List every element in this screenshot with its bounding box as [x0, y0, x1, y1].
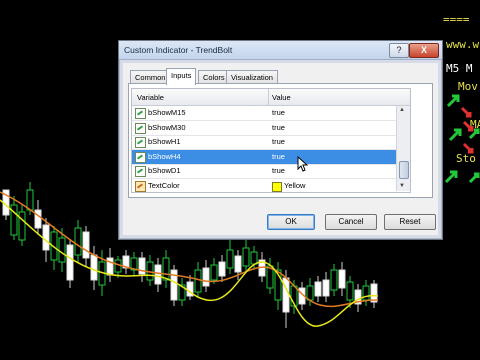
param-value[interactable]: true: [272, 137, 285, 146]
candle-body: [194, 269, 202, 293]
arrow-up-icon: [446, 94, 460, 108]
cancel-button[interactable]: Cancel: [325, 214, 377, 230]
candle-body: [26, 189, 34, 211]
arrow-down-icon: [460, 106, 472, 118]
param-variable: bShowH1: [148, 137, 181, 146]
candle-body: [58, 237, 66, 263]
bool-param-icon: [135, 151, 146, 163]
reset-button[interactable]: Reset: [384, 214, 436, 230]
candle-body: [250, 251, 258, 265]
candle-body: [82, 231, 90, 259]
bool-param-icon: [135, 166, 146, 177]
column-header-value[interactable]: Value: [272, 93, 291, 102]
table-row[interactable]: bShowH4 true: [132, 149, 410, 165]
arrow-up-icon: [468, 172, 480, 184]
help-button[interactable]: ?: [389, 43, 409, 58]
param-value[interactable]: true: [272, 152, 285, 161]
scrollbar-thumb[interactable]: [399, 161, 409, 179]
candle-body: [18, 211, 26, 241]
tab-common[interactable]: Common: [130, 70, 171, 84]
tab-visualization[interactable]: Visualization: [226, 70, 278, 84]
arrow-up-icon: [444, 170, 458, 184]
param-variable: bShowH4: [148, 151, 181, 161]
scroll-up-icon[interactable]: ▲: [399, 107, 405, 113]
param-value[interactable]: Yellow: [284, 181, 305, 190]
table-row[interactable]: bShowM15 true: [132, 106, 410, 121]
param-variable: TextColor: [148, 180, 180, 190]
candle-body: [226, 249, 234, 269]
bool-param-icon: [135, 108, 146, 119]
color-param-icon: [135, 180, 146, 192]
table-row[interactable]: TextColor Yellow: [132, 179, 410, 193]
tab-colors[interactable]: Colors: [198, 70, 230, 84]
candle-body: [234, 255, 242, 273]
trend-arrows-panel: [444, 94, 480, 184]
mouse-cursor-icon: [297, 156, 309, 172]
tab-inputs[interactable]: Inputs: [166, 68, 197, 85]
arrow-up-icon: [448, 128, 462, 142]
candle-body: [314, 281, 322, 297]
candle-body: [162, 257, 170, 281]
candle-body: [154, 264, 162, 285]
candle-body: [66, 244, 74, 281]
candle-body: [330, 269, 338, 291]
top-dashes: ====: [443, 13, 470, 26]
param-variable: bShowM30: [148, 122, 186, 132]
bool-param-icon: [135, 122, 146, 134]
bool-param-icon: [135, 137, 146, 148]
table-header: Variable Value: [132, 89, 410, 106]
color-swatch: [272, 181, 282, 192]
arrow-down-icon: [462, 142, 474, 154]
candle-body: [306, 285, 314, 301]
close-button[interactable]: X: [409, 43, 439, 58]
param-value[interactable]: true: [272, 166, 285, 175]
scroll-down-icon[interactable]: ▼: [399, 183, 405, 189]
candle-body: [90, 254, 98, 281]
ok-button[interactable]: OK: [267, 214, 315, 230]
table-row[interactable]: bShowD1 true: [132, 164, 410, 179]
vertical-scrollbar[interactable]: ▲ ▼: [396, 106, 410, 191]
candle-body: [338, 269, 346, 289]
candle-body: [210, 264, 218, 281]
url-label: www.w: [446, 38, 480, 51]
candle-body: [74, 227, 82, 256]
dialog-titlebar[interactable]: Custom Indicator - TrendBolt ? X: [119, 41, 442, 60]
column-header-variable[interactable]: Variable: [137, 93, 164, 102]
candle-body: [34, 209, 42, 229]
candle-body: [242, 247, 250, 267]
candle-body: [346, 281, 354, 301]
param-value[interactable]: true: [272, 108, 285, 117]
candle-body: [42, 224, 50, 251]
candle-body: [362, 285, 370, 301]
param-variable: bShowD1: [148, 166, 181, 175]
param-variable: bShowM15: [148, 108, 186, 117]
candle-body: [322, 279, 330, 297]
candle-body: [202, 267, 210, 287]
custom-indicator-dialog: Custom Indicator - TrendBolt ? X Common …: [118, 40, 443, 240]
inputs-table: Variable Value bShowM15 true bShowM30 true b…: [131, 88, 411, 193]
table-row[interactable]: bShowH1 true: [132, 135, 410, 150]
dialog-title: Custom Indicator - TrendBolt: [124, 45, 233, 55]
table-row[interactable]: bShowM30 true: [132, 121, 410, 136]
candle-body: [218, 261, 226, 277]
arrow-down-icon: [462, 120, 474, 132]
param-value[interactable]: true: [272, 123, 285, 132]
timeframe-label: M5 M: [446, 62, 473, 75]
